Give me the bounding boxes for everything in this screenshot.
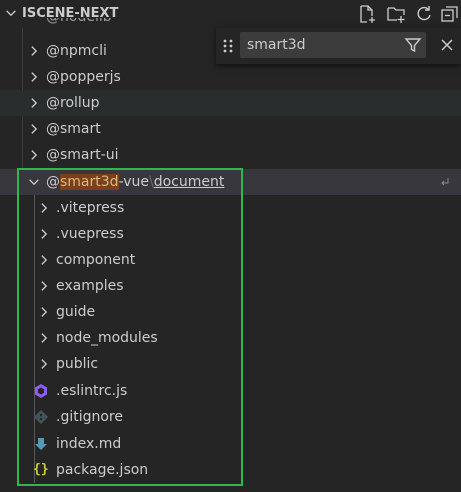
tree-row-folder[interactable]: @rollup bbox=[0, 90, 461, 116]
chevron-right-icon bbox=[41, 229, 48, 239]
chevron-right-icon bbox=[41, 307, 48, 317]
tree-row-file[interactable]: index.md bbox=[0, 431, 461, 457]
find-input[interactable] bbox=[240, 32, 426, 58]
tree-row-folder[interactable]: node_modules bbox=[0, 325, 461, 351]
compact-folder-label: @smart3d-vue\document bbox=[46, 169, 224, 195]
folder-label: @smart bbox=[46, 121, 101, 137]
folder-label: node_modules bbox=[56, 330, 158, 346]
json-icon: {} bbox=[33, 462, 49, 477]
file-label: .eslintrc.js bbox=[56, 383, 128, 399]
filter-icon[interactable] bbox=[404, 36, 422, 54]
folder-prefix: @ bbox=[46, 174, 60, 190]
tree-row-folder[interactable]: @smart-ui bbox=[0, 142, 461, 168]
chevron-down-icon bbox=[29, 179, 39, 186]
folder-label: @smart-ui bbox=[46, 147, 119, 163]
chevron-right-icon bbox=[41, 255, 48, 265]
tree-row-folder[interactable]: @smart bbox=[0, 116, 461, 142]
eslint-icon bbox=[35, 384, 47, 398]
return-arrow-icon bbox=[441, 178, 449, 186]
tree-row-file[interactable]: .eslintrc.js bbox=[0, 378, 461, 404]
folder-label: public bbox=[56, 356, 99, 372]
folder-label: @rollup bbox=[46, 95, 100, 111]
folder-label: guide bbox=[56, 304, 96, 320]
tree-row-folder[interactable]: @popperjs bbox=[0, 64, 461, 90]
chevron-right-icon bbox=[31, 124, 38, 134]
file-label: package.json bbox=[56, 462, 149, 478]
git-icon bbox=[33, 409, 49, 425]
chevron-right-icon bbox=[31, 46, 38, 56]
chevron-right-icon bbox=[41, 203, 48, 213]
tree-row-folder[interactable]: examples bbox=[0, 273, 461, 299]
drag-grip-icon[interactable] bbox=[222, 38, 234, 54]
chevron-right-icon bbox=[31, 150, 38, 160]
tree-row-folder[interactable]: component bbox=[0, 247, 461, 273]
chevron-right-icon bbox=[41, 333, 48, 343]
folder-label: @nodelib bbox=[46, 18, 112, 30]
folder-suffix: -vue bbox=[118, 174, 150, 190]
tree-row-file[interactable]: .gitignore bbox=[0, 404, 461, 430]
markdown-icon bbox=[35, 438, 47, 450]
chevron-right-icon bbox=[41, 281, 48, 291]
tree-row-folder[interactable]: .vuepress bbox=[0, 221, 461, 247]
tree-row-folder[interactable]: guide bbox=[0, 299, 461, 325]
file-label: index.md bbox=[56, 436, 122, 452]
folder-label: .vitepress bbox=[56, 200, 125, 216]
folder-label: .vuepress bbox=[56, 226, 124, 242]
folder-label: @popperjs bbox=[46, 69, 121, 85]
chevron-right-icon bbox=[41, 359, 48, 369]
folder-label: component bbox=[56, 252, 136, 268]
folder-label: @npmcli bbox=[46, 43, 107, 59]
tree-row-folder[interactable]: .vitepress bbox=[0, 195, 461, 221]
tree-row-folder[interactable]: public bbox=[0, 351, 461, 377]
tree-row-expanded-folder[interactable]: @smart3d-vue\document bbox=[0, 169, 461, 195]
tree-row-file[interactable]: {} package.json bbox=[0, 457, 461, 483]
tree-find-widget bbox=[216, 28, 461, 64]
chevron-right-icon bbox=[31, 98, 38, 108]
file-label: .gitignore bbox=[56, 409, 123, 425]
search-match-highlight: smart3d bbox=[60, 174, 119, 190]
chevron-right-icon bbox=[31, 72, 38, 82]
folder-label: examples bbox=[56, 278, 124, 294]
close-icon[interactable] bbox=[438, 36, 456, 54]
folder-segment-document[interactable]: document bbox=[154, 174, 225, 190]
